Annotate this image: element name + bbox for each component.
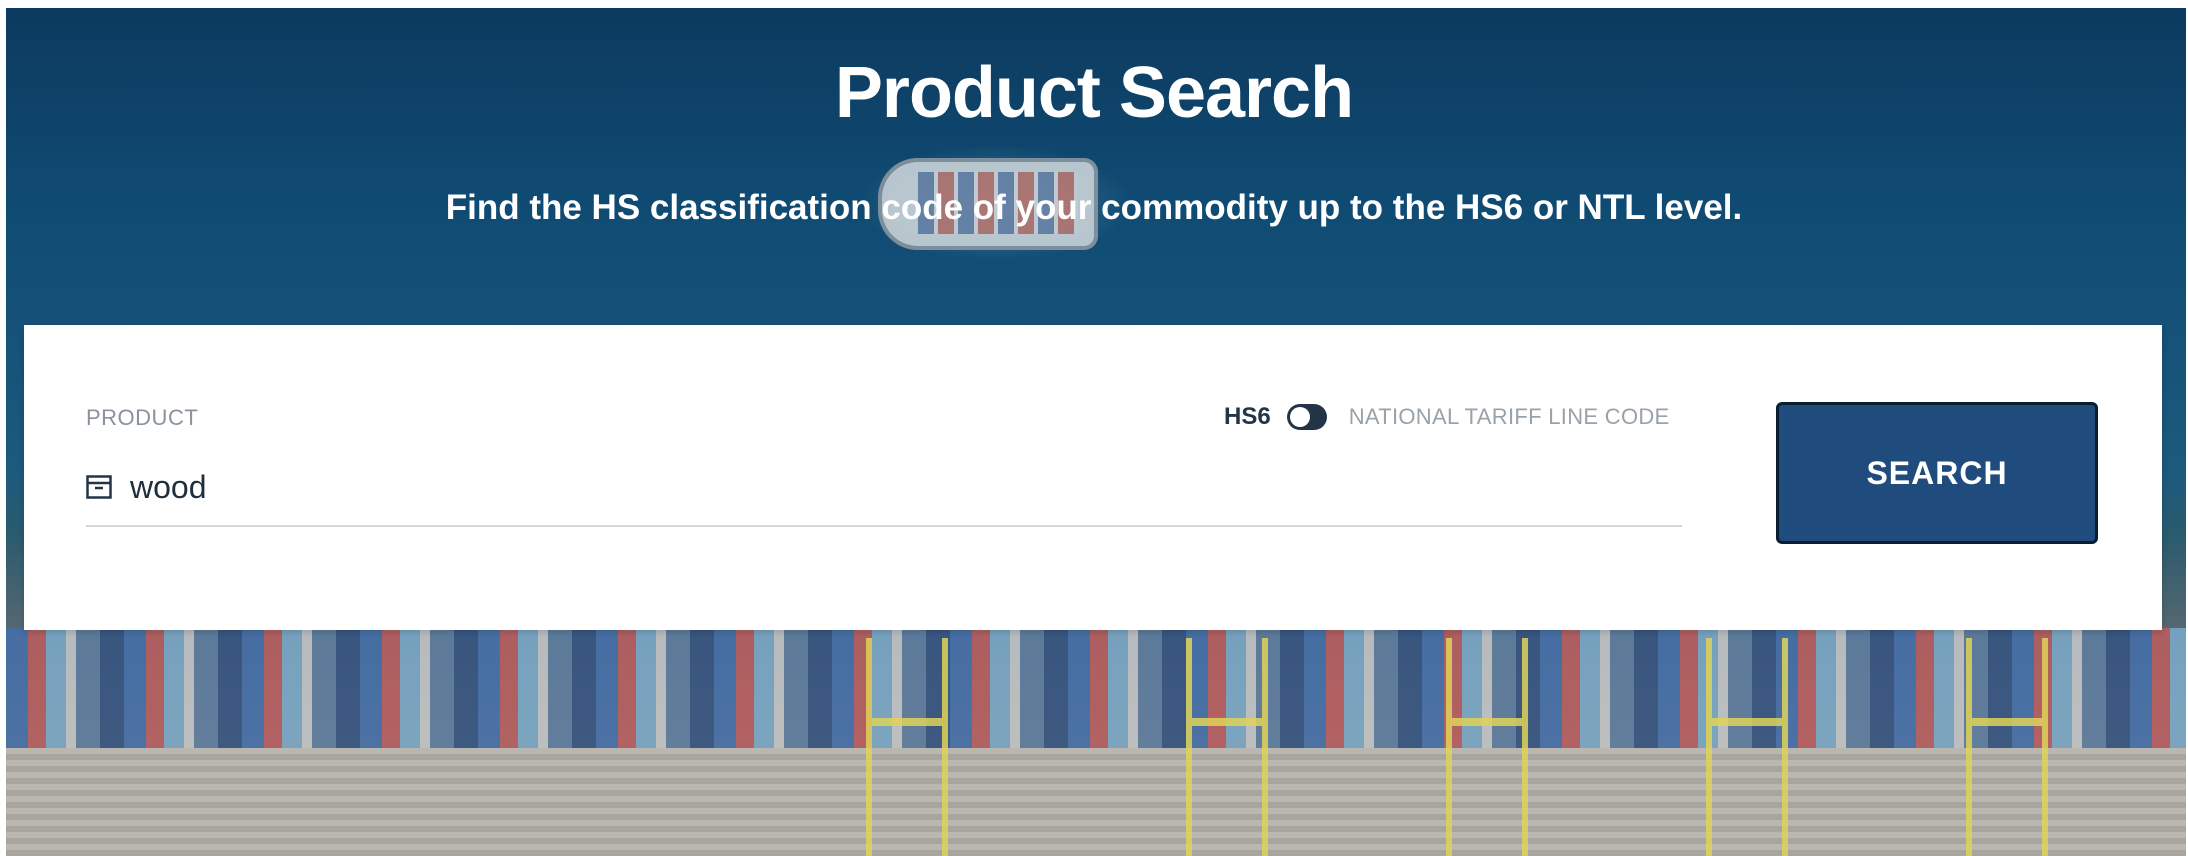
product-field [86, 465, 1682, 527]
archive-box-icon [86, 475, 112, 499]
toggle-label-hs6[interactable]: HS6 [1224, 403, 1271, 431]
port-crane [1706, 638, 1788, 856]
page-title: Product Search [834, 53, 1354, 133]
toggle-label-ntl[interactable]: NATIONAL TARIFF LINE CODE [1349, 404, 1670, 430]
search-card: PRODUCT HS6 NATIONAL TARIFF LINE CODE SE… [24, 325, 2162, 630]
port-crane [1186, 638, 1268, 856]
search-button[interactable]: SEARCH [1776, 402, 2098, 544]
quay [6, 748, 2186, 856]
code-level-toggle[interactable] [1286, 404, 1327, 430]
code-level-toggle-group: HS6 NATIONAL TARIFF LINE CODE [1224, 403, 1670, 431]
port-crane [1446, 638, 1528, 856]
toggle-knob [1289, 407, 1310, 427]
page-subtitle: Find the HS classification code of your … [445, 188, 1743, 227]
port-crane [866, 638, 948, 856]
port-crane [1966, 638, 2048, 856]
product-search-input[interactable] [130, 465, 1530, 509]
container-yard [6, 628, 2186, 758]
product-field-label: PRODUCT [86, 405, 199, 430]
